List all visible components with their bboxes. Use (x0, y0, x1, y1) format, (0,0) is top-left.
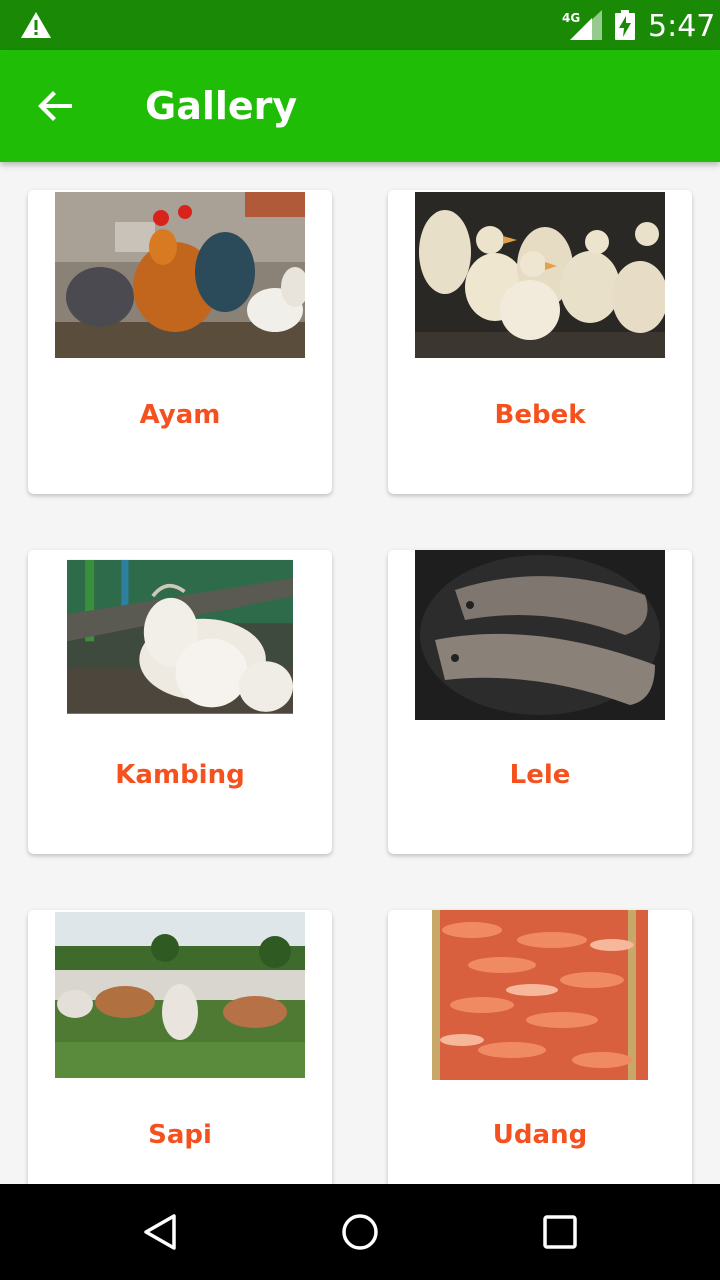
card-label: Bebek (494, 400, 586, 430)
shrimp-photo (432, 910, 648, 1080)
gallery-card-lele[interactable]: Lele (388, 550, 692, 854)
catfish-photo (415, 550, 665, 720)
chickens-photo (55, 192, 305, 358)
network-type-label: 4G (562, 11, 580, 25)
home-circle-icon[interactable] (340, 1212, 380, 1252)
card-label: Udang (492, 1120, 588, 1150)
recents-square-icon[interactable] (540, 1212, 580, 1252)
back-triangle-icon[interactable] (140, 1212, 180, 1252)
card-label: Ayam (139, 400, 221, 430)
warning-icon (21, 12, 51, 38)
cattle-herd-photo (55, 912, 305, 1078)
card-label: Sapi (148, 1120, 212, 1150)
status-bar: 4G 5:47 (0, 0, 720, 50)
gallery-card-bebek[interactable]: Bebek (388, 190, 692, 494)
gallery-card-sapi[interactable]: Sapi (28, 910, 332, 1184)
battery-charging-icon (615, 10, 635, 40)
cellular-signal-icon: 4G (562, 10, 602, 40)
goats-photo (67, 559, 293, 714)
clock-time: 5:47 (648, 9, 716, 44)
gallery-card-kambing[interactable]: Kambing (28, 550, 332, 854)
card-label: Kambing (115, 760, 245, 790)
gallery-grid: Ayam Bebek Kambing Lele Sapi Udang (0, 162, 720, 1184)
app-bar: Gallery (0, 50, 720, 162)
gallery-card-udang[interactable]: Udang (388, 910, 692, 1184)
system-nav-bar (0, 1184, 720, 1280)
card-label: Lele (509, 760, 571, 790)
gallery-card-ayam[interactable]: Ayam (28, 190, 332, 494)
ducks-photo (415, 192, 665, 358)
page-title: Gallery (145, 84, 298, 128)
arrow-back-icon[interactable] (32, 82, 80, 130)
